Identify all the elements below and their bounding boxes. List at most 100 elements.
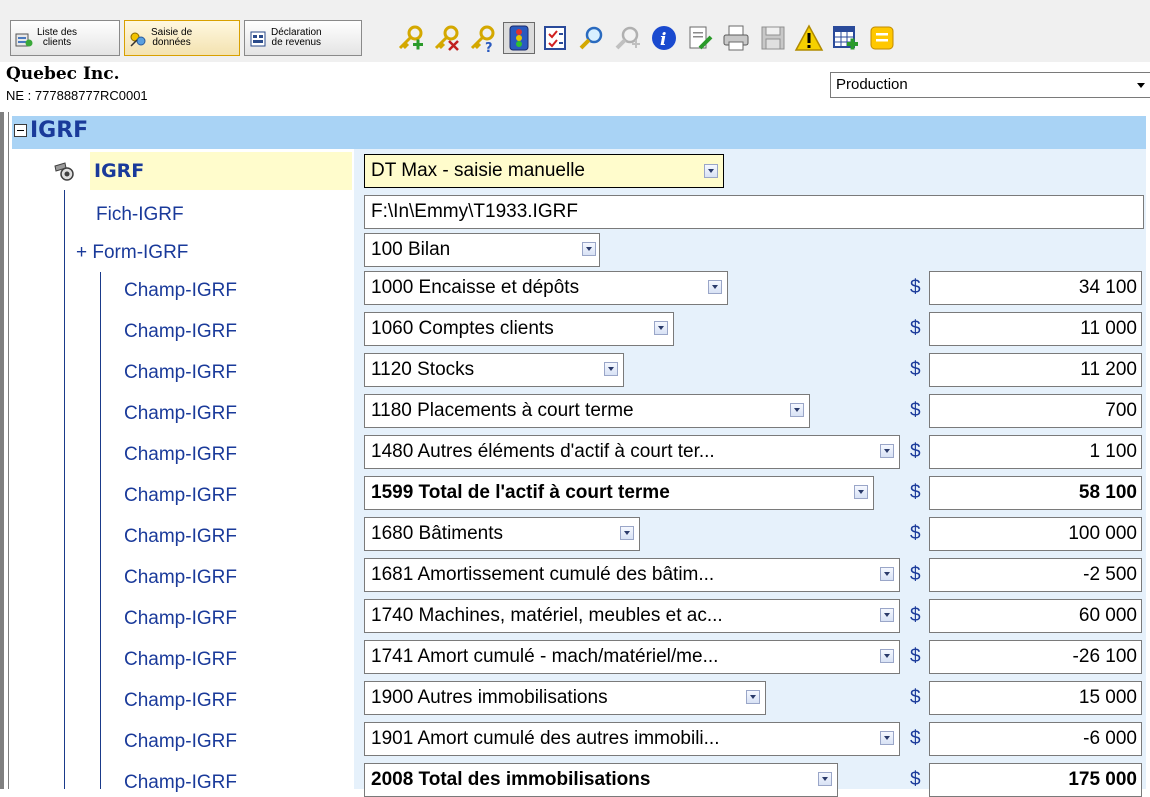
amount-input[interactable]: 34 100: [929, 271, 1142, 305]
champ-igrf-select[interactable]: 1741 Amort cumulé - mach/matériel/me...: [364, 640, 900, 674]
chevron-down-icon[interactable]: [790, 403, 804, 417]
chevron-down-icon[interactable]: [818, 772, 832, 786]
champ-igrf-select[interactable]: 1681 Amortissement cumulé des bâtim...: [364, 558, 900, 592]
amount-input[interactable]: 58 100: [929, 476, 1142, 510]
chevron-down-icon[interactable]: [582, 242, 596, 256]
champ-igrf-label: Champ-IGRF: [124, 444, 237, 465]
chevron-down-icon[interactable]: [880, 731, 894, 745]
amount-input[interactable]: 175 000: [929, 763, 1142, 797]
collapse-icon[interactable]: [14, 124, 27, 137]
tab-client-list[interactable]: Liste des clients: [10, 20, 120, 56]
champ-igrf-select[interactable]: 1599 Total de l'actif à court terme: [364, 476, 874, 510]
amount-input[interactable]: 100 000: [929, 517, 1142, 551]
tab-tax-return-label: Déclaration de revenus: [271, 27, 322, 48]
currency-symbol: $: [910, 769, 921, 790]
tree-line: [100, 272, 101, 789]
champ-igrf-select[interactable]: 1900 Autres immobilisations: [364, 681, 766, 715]
save-button[interactable]: [757, 22, 789, 54]
amount-input[interactable]: 11 200: [929, 353, 1142, 387]
edit-document-button[interactable]: [684, 22, 716, 54]
currency-symbol: $: [910, 728, 921, 749]
champ-igrf-select[interactable]: 1901 Amort cumulé des autres immobili...: [364, 722, 900, 756]
warning-button[interactable]: [793, 22, 825, 54]
champ-igrf-label: Champ-IGRF: [124, 731, 237, 752]
tab-data-entry-label: Saisie de données: [151, 27, 193, 48]
chevron-down-icon[interactable]: [620, 526, 634, 540]
add-key-button[interactable]: [394, 22, 426, 54]
form-igrf-label[interactable]: + Form-IGRF: [76, 242, 188, 264]
zoom-button[interactable]: [576, 22, 608, 54]
form-igrf-select[interactable]: 100 Bilan: [364, 233, 600, 267]
chevron-down-icon[interactable]: [880, 649, 894, 663]
client-list-icon: [15, 33, 33, 47]
environment-select[interactable]: Production: [830, 72, 1150, 98]
print-button[interactable]: [720, 22, 752, 54]
client-business-number: NE : 777888777RC0001: [6, 88, 148, 103]
add-table-icon: [833, 26, 858, 50]
zoom-disabled-button[interactable]: [612, 22, 644, 54]
zoom-disabled-icon: [615, 26, 640, 50]
key-button[interactable]: [430, 22, 462, 54]
tax-return-icon: [250, 31, 266, 47]
fich-igrf-value: F:\In\Emmy\T1933.IGRF: [371, 201, 578, 222]
champ-igrf-select[interactable]: 1180 Placements à court terme: [364, 394, 810, 428]
traffic-light-button[interactable]: [503, 22, 535, 54]
traffic-light-icon: [509, 25, 529, 51]
currency-symbol: $: [910, 359, 921, 380]
amount-input[interactable]: 60 000: [929, 599, 1142, 633]
champ-igrf-value: 1599 Total de l'actif à court terme: [371, 482, 670, 503]
chevron-down-icon[interactable]: [854, 485, 868, 499]
champ-igrf-label: Champ-IGRF: [124, 567, 237, 588]
chevron-down-icon[interactable]: [880, 444, 894, 458]
tab-data-entry[interactable]: Saisie de données: [124, 20, 240, 56]
champ-igrf-value: 1060 Comptes clients: [371, 318, 554, 339]
section-header-igrf[interactable]: IGRF: [12, 116, 1146, 149]
chevron-down-icon[interactable]: [604, 362, 618, 376]
champ-igrf-select[interactable]: 1000 Encaisse et dépôts: [364, 271, 728, 305]
chevron-down-icon[interactable]: [880, 608, 894, 622]
amount-input[interactable]: 15 000: [929, 681, 1142, 715]
chevron-down-icon[interactable]: [708, 280, 722, 294]
champ-igrf-label: Champ-IGRF: [124, 772, 237, 793]
chevron-down-icon[interactable]: [704, 164, 718, 178]
champ-igrf-value: 1120 Stocks: [371, 359, 475, 380]
tab-tax-return[interactable]: Déclaration de revenus: [244, 20, 362, 56]
zoom-icon: [579, 26, 603, 50]
amount-input[interactable]: -6 000: [929, 722, 1142, 756]
fich-igrf-input[interactable]: F:\In\Emmy\T1933.IGRF: [364, 195, 1144, 229]
chevron-down-icon[interactable]: [654, 321, 668, 335]
champ-igrf-label: Champ-IGRF: [124, 321, 237, 342]
igrf-select[interactable]: DT Max - saisie manuelle: [364, 154, 724, 188]
champ-igrf-select[interactable]: 1680 Bâtiments: [364, 517, 640, 551]
currency-symbol: $: [910, 687, 921, 708]
checklist-button[interactable]: [540, 22, 572, 54]
amount-input[interactable]: 1 100: [929, 435, 1142, 469]
champ-igrf-select[interactable]: 2008 Total des immobilisations: [364, 763, 838, 797]
champ-igrf-value: 1480 Autres éléments d'actif à court ter…: [371, 441, 715, 462]
champ-igrf-select[interactable]: 1480 Autres éléments d'actif à court ter…: [364, 435, 900, 469]
amount-input[interactable]: 700: [929, 394, 1142, 428]
amount-input[interactable]: -2 500: [929, 558, 1142, 592]
champ-igrf-select[interactable]: 1740 Machines, matériel, meubles et ac..…: [364, 599, 900, 633]
yellow-note-button[interactable]: [866, 22, 898, 54]
key-question-button[interactable]: ?: [466, 22, 498, 54]
toolbar: Liste des clients Saisie de données Décl…: [0, 0, 1150, 103]
gear-icon: [54, 162, 74, 181]
info-button[interactable]: i: [648, 22, 680, 54]
data-entry-icon: [130, 32, 146, 47]
section-title: IGRF: [30, 118, 89, 143]
champ-igrf-select[interactable]: 1060 Comptes clients: [364, 312, 674, 346]
champ-igrf-value: 2008 Total des immobilisations: [371, 769, 651, 790]
champ-igrf-value: 1901 Amort cumulé des autres immobili...: [371, 728, 720, 749]
add-table-button[interactable]: [830, 22, 862, 54]
save-icon: [761, 26, 785, 50]
champ-igrf-select[interactable]: 1120 Stocks: [364, 353, 624, 387]
chevron-down-icon[interactable]: [746, 690, 760, 704]
chevron-down-icon[interactable]: [880, 567, 894, 581]
edit-document-icon: [689, 26, 713, 50]
igrf-label: IGRF: [90, 152, 352, 190]
amount-input[interactable]: 11 000: [929, 312, 1142, 346]
champ-igrf-value: 1741 Amort cumulé - mach/matériel/me...: [371, 646, 719, 667]
info-icon: i: [652, 26, 676, 50]
amount-input[interactable]: -26 100: [929, 640, 1142, 674]
